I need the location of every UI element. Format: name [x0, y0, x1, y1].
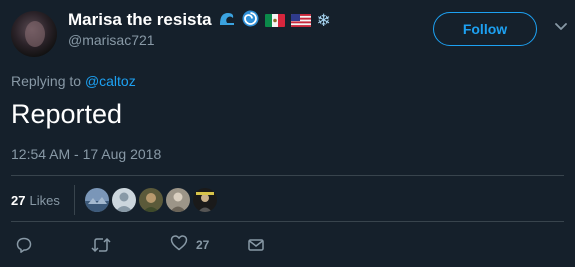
likes-stats: 27 Likes [11, 185, 217, 215]
usa-flag-icon [290, 13, 311, 27]
tweet-text: Reported [11, 99, 123, 129]
retweet-icon[interactable] [90, 236, 112, 254]
follow-button[interactable]: Follow [433, 12, 537, 46]
likes-label[interactable]: Likes [29, 193, 59, 208]
liker-avatar[interactable] [192, 188, 217, 212]
snowflake-icon: ❄ [316, 10, 331, 30]
tweet-timestamp[interactable]: 12:54 AM - 17 Aug 2018 [11, 146, 161, 162]
cyclone-emoji [242, 10, 259, 31]
liker-avatar[interactable] [84, 188, 109, 212]
heart-icon[interactable] [170, 234, 188, 256]
display-name[interactable]: Marisa the resista [68, 10, 212, 30]
liker-avatar[interactable] [138, 188, 163, 212]
tweet-actions: 27 [11, 234, 265, 256]
username[interactable]: @marisac721 [68, 32, 155, 48]
reply-icon[interactable] [15, 236, 33, 254]
likes-count[interactable]: 27 [11, 193, 25, 208]
liker-avatars [84, 188, 217, 212]
liker-avatar[interactable] [111, 188, 136, 212]
message-icon[interactable] [247, 237, 265, 253]
author-name-row: Marisa the resista ❄ [68, 9, 331, 31]
replying-to-line: Replying to @caltoz [11, 73, 136, 89]
author-avatar[interactable] [11, 11, 57, 57]
divider-bottom [11, 221, 564, 222]
stats-separator [73, 185, 75, 215]
like-action[interactable]: 27 [170, 234, 209, 256]
replying-prefix: Replying to [11, 73, 82, 89]
replying-to-link[interactable]: @caltoz [85, 73, 136, 89]
like-count: 27 [196, 238, 210, 252]
wave-emoji [218, 10, 236, 30]
chevron-down-icon[interactable] [554, 20, 568, 34]
divider-top [11, 175, 564, 176]
avatar-face [25, 21, 45, 47]
mexico-flag-icon [264, 13, 285, 27]
liker-avatar[interactable] [165, 188, 190, 212]
